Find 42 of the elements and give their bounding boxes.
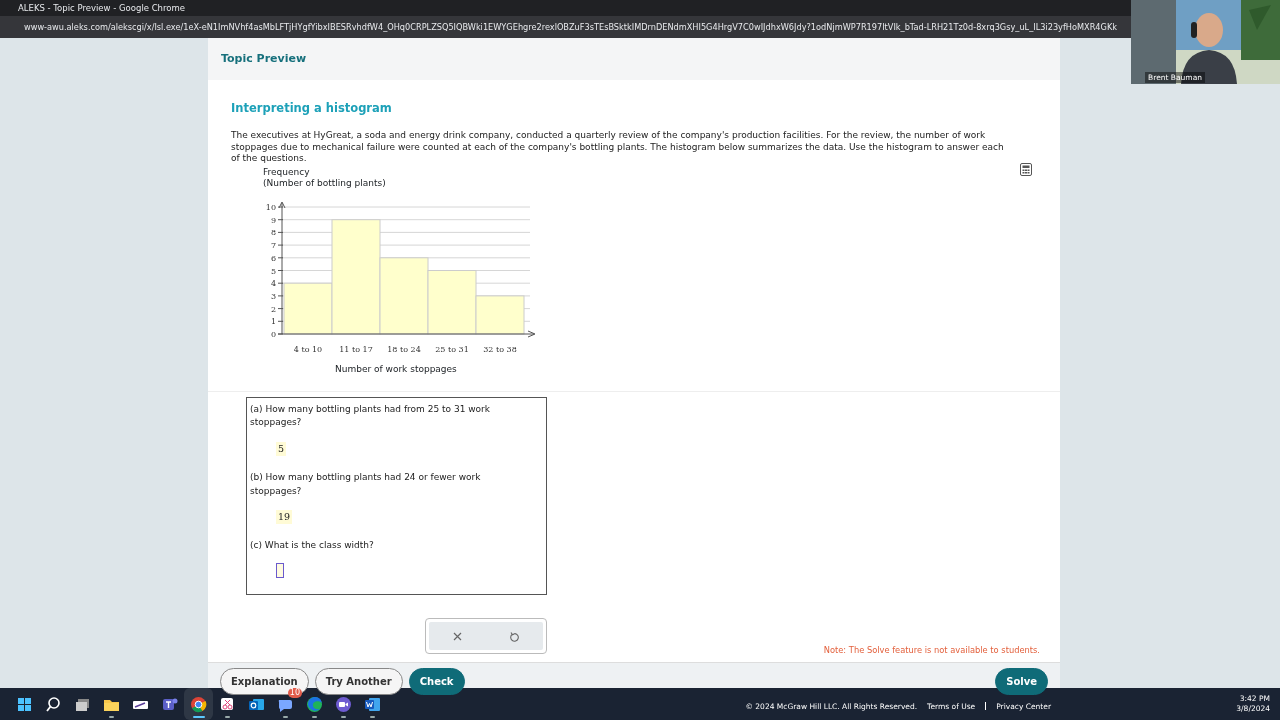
problem-text: The executives at HyGreat, a soda and energy drink company, conducted a quarterly review of the company's production facilities. For the review, the number of work stoppages due to mechanical failure were counted at each of the company's bottling plants. The histogram below summarizes the data. Use the histogram to answer each of the questions.: [231, 130, 1005, 165]
x-tick-label: 11 to 17: [339, 344, 373, 354]
clear-icon[interactable]: [452, 632, 462, 641]
x-tick-label: 25 to 31: [435, 344, 469, 354]
search-icon[interactable]: [45, 695, 62, 713]
notification-badge: 10: [287, 688, 302, 698]
problem-title: Interpreting a histogram: [231, 100, 393, 117]
x-tick-label: 32 to 38: [483, 344, 517, 354]
y-axis-label: Frequency (Number of bottling plants): [263, 166, 386, 189]
answer-value: 5: [276, 441, 287, 456]
scissors-icon[interactable]: [219, 695, 236, 713]
x-tick-label: 18 to 24: [387, 344, 421, 354]
question-text: (a) How many bottling plants had from 25 to 31 work stoppages?: [250, 402, 492, 430]
y-tick-label: 4: [270, 278, 276, 288]
solve-button[interactable]: Solve: [995, 668, 1048, 696]
answer-field[interactable]: [276, 562, 284, 578]
y-tick-label: 0: [270, 329, 276, 339]
action-button[interactable]: Try Another: [314, 668, 403, 696]
answer-value: 19: [276, 510, 293, 525]
y-tick-label: 8: [270, 228, 276, 238]
start-icon[interactable]: [16, 695, 33, 713]
action-button[interactable]: Check: [408, 668, 465, 696]
question-text: (b) How many bottling plants had 24 or fewer work stoppages?: [250, 471, 482, 498]
y-tick-label: 9: [270, 215, 276, 225]
page-header: Topic Preview: [208, 38, 1060, 80]
y-tick-label: 10: [265, 202, 276, 212]
calculator-icon[interactable]: [1020, 163, 1032, 176]
x-axis-label: Number of work stoppages: [335, 362, 457, 376]
y-tick-label: 3: [270, 291, 276, 301]
y-tick-label: 6: [270, 253, 276, 263]
y-tick-label: 7: [270, 240, 276, 250]
document-icon[interactable]: [364, 695, 381, 713]
chrome-icon[interactable]: [190, 695, 207, 713]
video-icon[interactable]: [335, 695, 352, 713]
y-tick-label: 5: [270, 266, 276, 276]
x-tick-label: 4 to 10: [293, 344, 323, 354]
undo-icon[interactable]: [509, 631, 520, 642]
y-tick-label: 1: [270, 317, 276, 327]
y-tick-label: 2: [270, 304, 276, 314]
solve-note: Note: The Solve feature is not available to students.: [822, 643, 1040, 657]
edge-icon[interactable]: [306, 695, 323, 713]
question-text: (c) What is the class width?: [250, 539, 375, 553]
